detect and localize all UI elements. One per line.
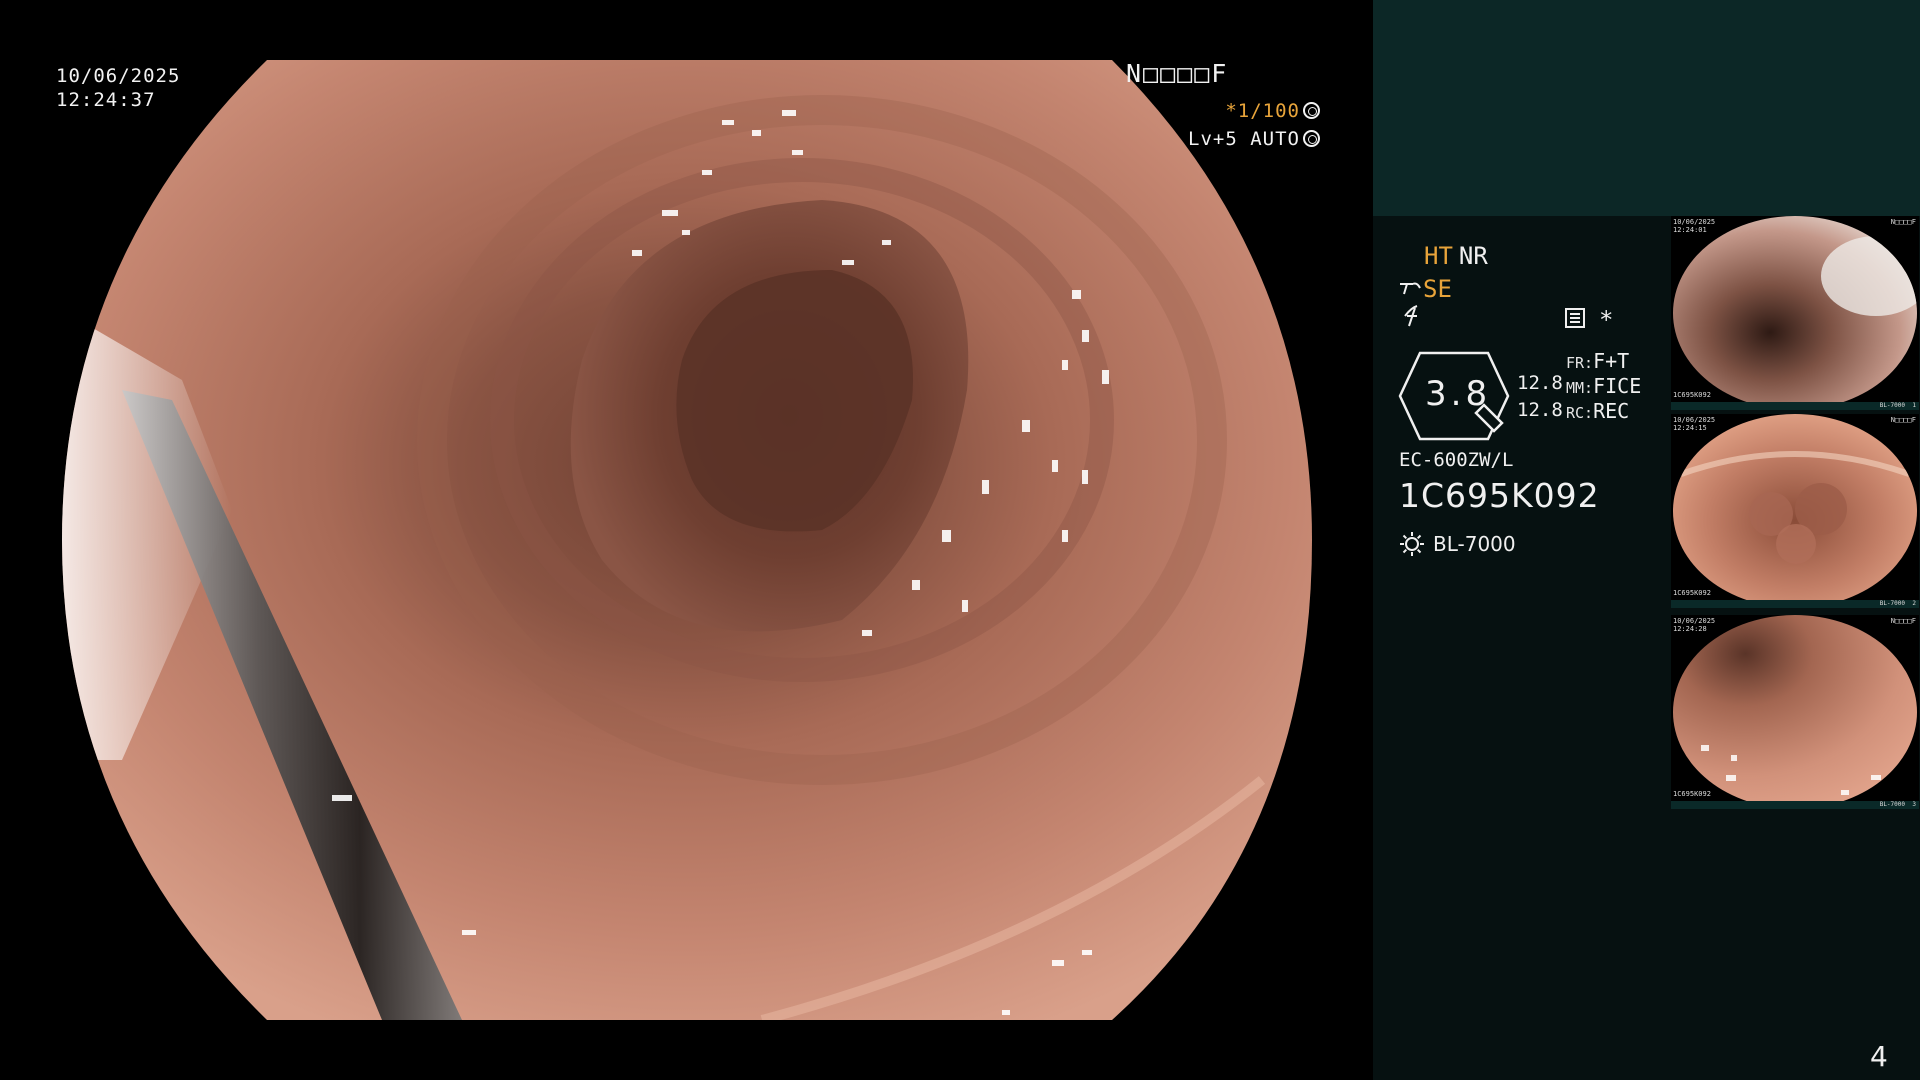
- record-icon: [1564, 307, 1586, 329]
- nr-label: NR: [1458, 242, 1488, 270]
- structure-enhancement-icon: [1399, 274, 1421, 295]
- structure-enhancement-indicator: SE: [1399, 274, 1452, 303]
- level-value: Lv+5 AUTO: [1188, 128, 1300, 150]
- thumbnail-serial: 1C695K092: [1673, 391, 1711, 399]
- thumbnail-index: 1: [1912, 402, 1916, 409]
- light-source-label: BL-7000: [1433, 532, 1516, 556]
- mm-label: MM:: [1566, 379, 1594, 397]
- date-time-readout: 10/06/2025 12:24:37: [56, 64, 180, 112]
- zoom-value: 3.8: [1425, 374, 1492, 414]
- info-panel: HT NR SE * 3.8 12.8 12.8 FR:F+T MM:FICE R…: [1373, 0, 1920, 1080]
- ht-label: HT: [1424, 242, 1453, 270]
- thumbnail-light: BL-7000: [1879, 402, 1905, 409]
- mm-value: FICE: [1593, 374, 1642, 398]
- shutter-icon: [1303, 102, 1320, 119]
- thumbnail-image: [1673, 615, 1917, 809]
- captured-thumbnail-3[interactable]: 10/06/2025 12:24:28 N□□□□F 1C695K092 BL-7…: [1671, 615, 1919, 809]
- fr-row: FR:F+T: [1566, 349, 1629, 373]
- thumbnail-index: 2: [1912, 600, 1916, 607]
- scope-model: EC-600ZW/L: [1399, 449, 1514, 471]
- thumbnail-light: BL-7000: [1879, 600, 1905, 607]
- panel-header-block: [1373, 0, 1920, 216]
- rc-row: RC:REC: [1566, 399, 1629, 423]
- colon-lumen-image: [62, 60, 1312, 1020]
- date-text: 10/06/2025: [56, 65, 181, 87]
- hybrid-tone-indicator: HT NR: [1424, 242, 1488, 270]
- value-1: 12.8: [1517, 372, 1563, 394]
- star-indicator: *: [1599, 306, 1614, 334]
- thumbnail-image: [1673, 414, 1917, 608]
- mode-code-text: N□□□□F: [1126, 59, 1229, 88]
- rc-value: REC: [1593, 399, 1630, 423]
- thumbnail-image: [1673, 216, 1917, 410]
- fr-value: F+T: [1593, 349, 1630, 373]
- thumbnail-code: N□□□□F: [1890, 218, 1916, 226]
- mm-row: MM:FICE: [1566, 374, 1641, 398]
- se-label: SE: [1423, 275, 1452, 303]
- light-source-icon: [1399, 531, 1425, 557]
- shutter-speed-readout: *1/100: [1225, 99, 1320, 123]
- thumbnail-code: N□□□□F: [1890, 416, 1916, 424]
- auto-iris-icon: [1303, 130, 1320, 147]
- thumbnail-datetime: 10/06/2025 12:24:01: [1673, 218, 1716, 234]
- thumbnail-serial: 1C695K092: [1673, 790, 1711, 798]
- value-2: 12.8: [1517, 399, 1563, 421]
- time-text: 12:24:37: [56, 89, 156, 111]
- thumbnail-index: 3: [1912, 801, 1916, 808]
- scope-serial: 1C695K092: [1399, 476, 1600, 515]
- freeze-icon: [1401, 304, 1423, 328]
- thumbnail-datetime: 10/06/2025 12:24:28: [1673, 617, 1716, 633]
- thumbnail-code: N□□□□F: [1890, 617, 1916, 625]
- captured-thumbnail-1[interactable]: 10/06/2025 12:24:01 N□□□□F 1C695K092 BL-7…: [1671, 216, 1919, 410]
- captured-thumbnail-2[interactable]: 10/06/2025 12:24:15 N□□□□F 1C695K092 BL-7…: [1671, 414, 1919, 608]
- light-source-row: BL-7000: [1399, 531, 1516, 557]
- shutter-value: 1/100: [1237, 100, 1300, 122]
- page-number: 4: [1870, 1040, 1888, 1073]
- shutter-prefix: *: [1225, 100, 1238, 122]
- endoscopy-monitor: 10/06/2025 12:24:37 N□□□□F *1/100 Lv+5 A…: [0, 0, 1920, 1080]
- thumbnail-datetime: 10/06/2025 12:24:15: [1673, 416, 1716, 432]
- brightness-level-readout: Lv+5 AUTO: [1188, 127, 1320, 151]
- fr-label: FR:: [1566, 354, 1594, 372]
- thumbnail-light: BL-7000: [1879, 801, 1905, 808]
- rc-label: RC:: [1566, 404, 1594, 422]
- endoscope-live-view: [62, 60, 1312, 1020]
- thumbnail-serial: 1C695K092: [1673, 589, 1711, 597]
